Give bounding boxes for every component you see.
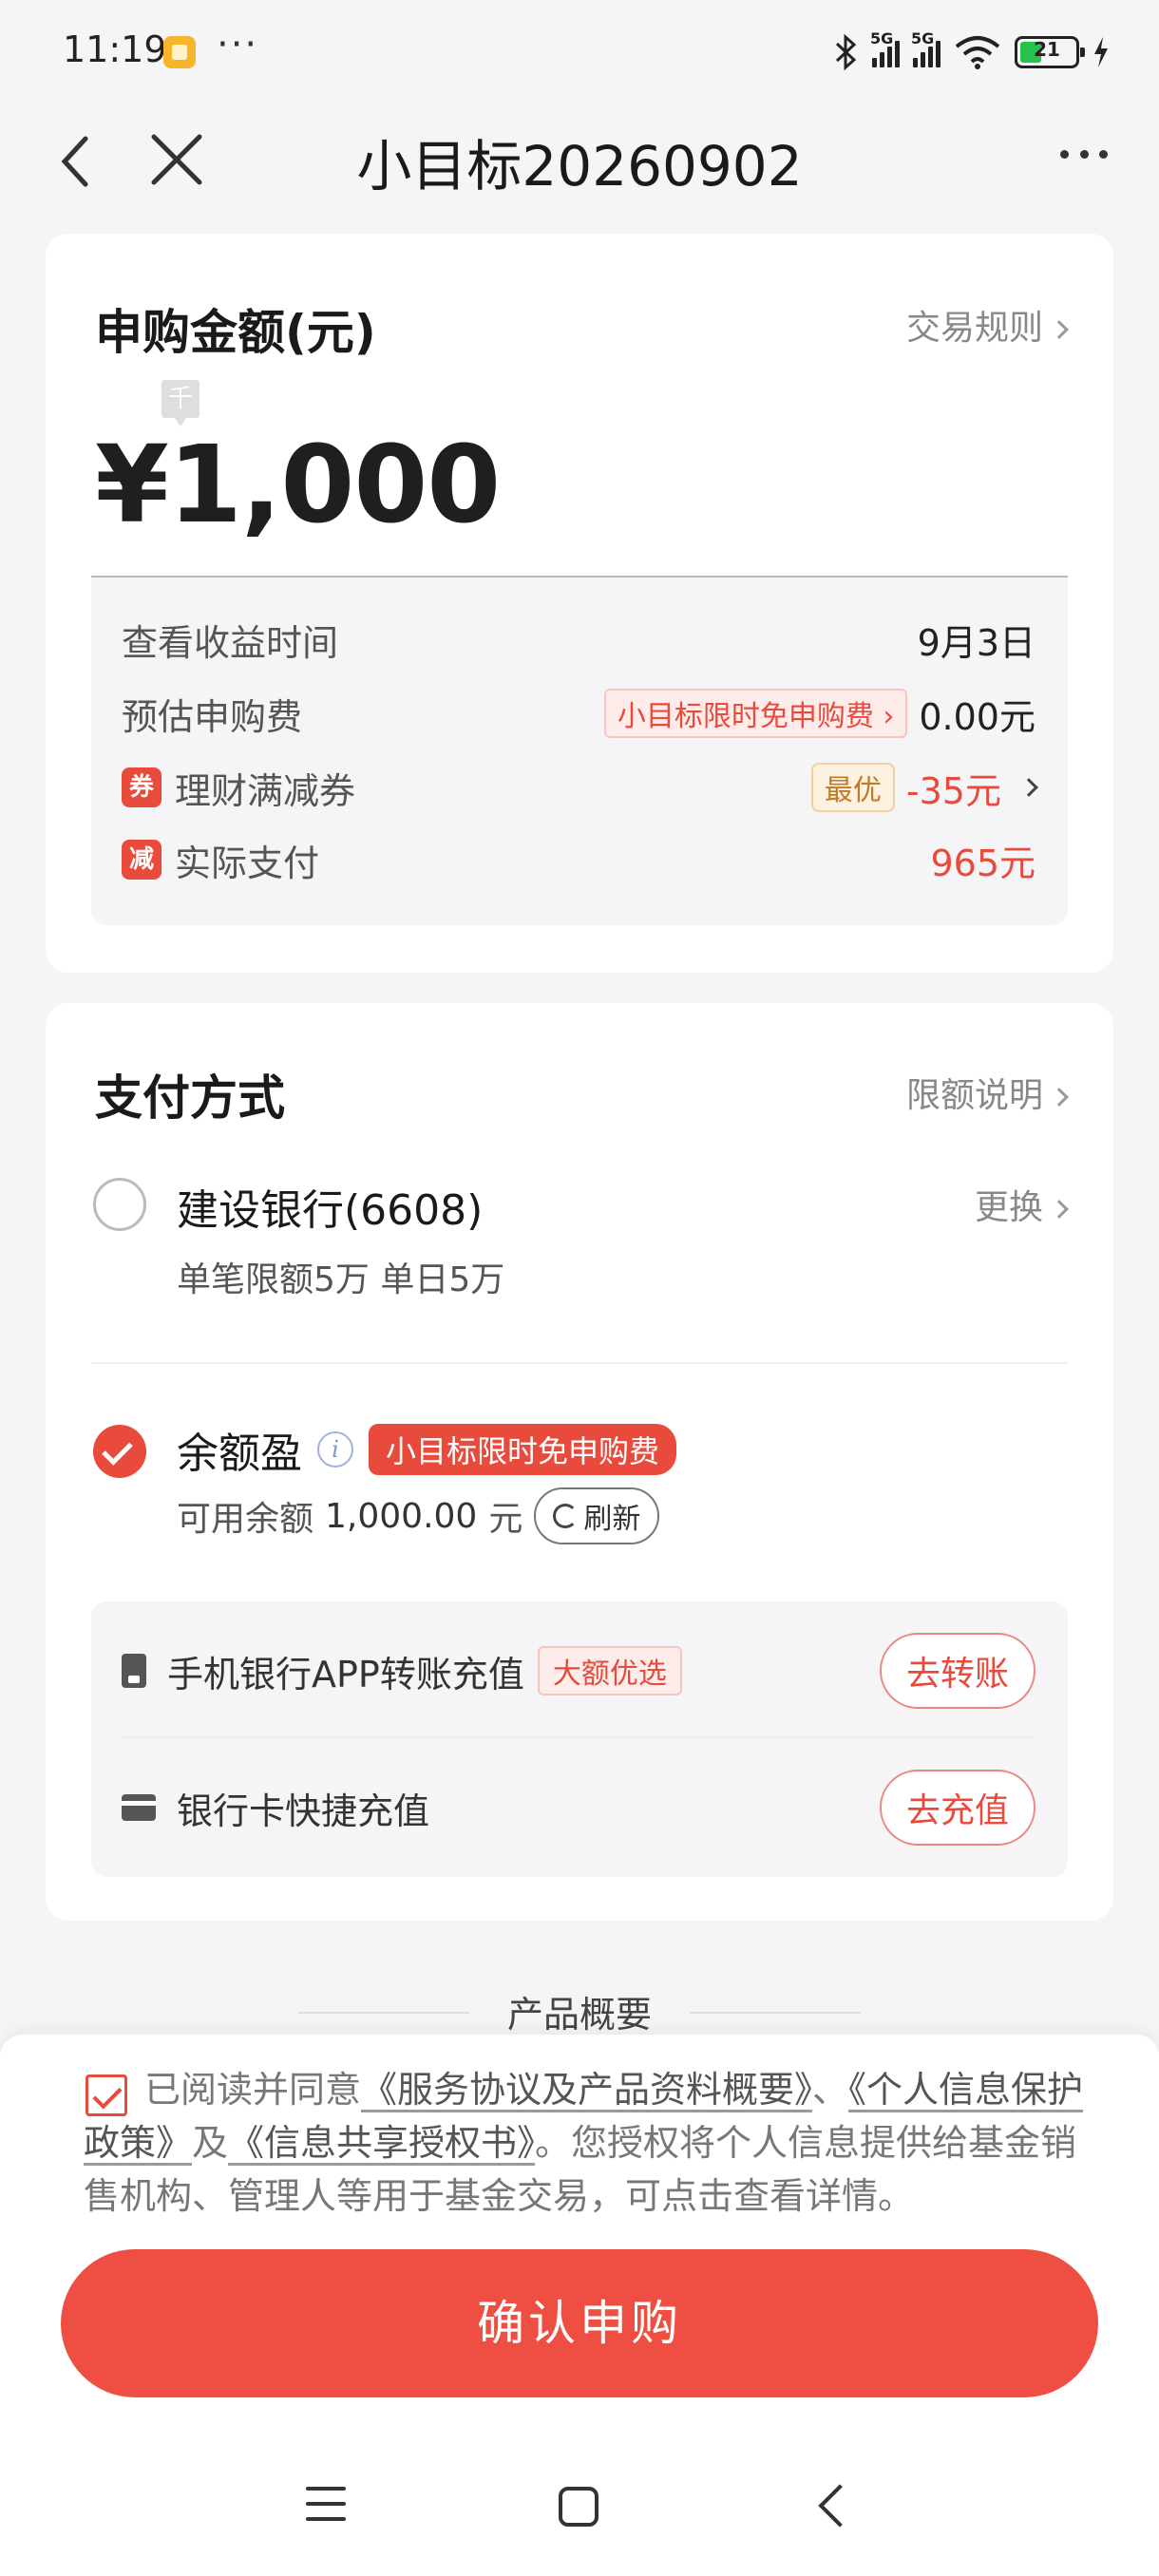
divider [690,2012,861,2014]
bank-card-icon [122,1794,156,1821]
card-recharge-row: 银行卡快捷充值 去充值 [122,1765,1036,1850]
fee-value: 0.00元 [919,695,1036,738]
wifi-icon [955,36,1000,69]
info-icon[interactable]: i [317,1431,353,1468]
confirm-purchase-button[interactable]: 确认申购 [61,2249,1098,2397]
available-unit: 元 [488,1500,523,1539]
earnings-time-label: 查看收益时间 [122,621,339,664]
bank-limit-text: 单笔限额5万 单日5万 [177,1260,505,1299]
phone-icon [122,1654,146,1688]
bank-radio[interactable] [93,1178,146,1231]
coupon-value: -35元 [905,769,1001,812]
card-recharge-label: 银行卡快捷充值 [177,1790,430,1832]
fee-promo-tag[interactable]: 小目标限时免申购费 › [603,689,908,738]
coupon-badge-icon: 券 [122,767,162,807]
unit-hint-tag: 千 [162,380,200,426]
agreement-text: 已阅读并同意《服务协议及产品资料概要》、《个人信息保护政策》及《信息共享授权书》… [84,2063,1091,2223]
signal-icon-2: 5G [911,29,940,67]
change-bank-link[interactable]: 更换 [974,1180,1069,1229]
balance-promo-tag: 小目标限时免申购费 [369,1424,677,1475]
service-agreement-link[interactable]: 《服务协议及产品资料概要》 [361,2069,812,2111]
info-sharing-link[interactable]: 《信息共享授权书》 [228,2122,535,2164]
go-recharge-button[interactable]: 去充值 [879,1770,1036,1846]
agreement-prefix: 已阅读并同意 [144,2069,362,2111]
refresh-icon [553,1504,579,1528]
product-overview-heading: 产品概要 [506,1994,652,2036]
amount-card: 申购金额(元) 交易规则 千 ¥1,000 查看收益时间 9月3日 预估申购费 … [46,234,1113,973]
more-icon[interactable] [1060,144,1108,163]
refresh-button[interactable]: 刷新 [534,1487,660,1544]
trading-rules-link[interactable]: 交易规则 [905,300,1069,350]
coupon-row[interactable]: 券 理财满减券 最优 -35元 [122,763,1038,812]
battery-icon: 21 [1015,36,1085,68]
refresh-label: 刷新 [583,1503,641,1536]
fee-row: 预估申购费 小目标限时免申购费 › 0.00元 [122,689,1036,738]
balance-option[interactable]: 余额盈 i 小目标限时免申购费 [177,1419,677,1480]
limit-info-link[interactable]: 限额说明 [905,1068,1069,1117]
amount-value: 1,000 [167,424,501,547]
actual-payment-label: 实际支付 [175,842,320,884]
actual-payment-row: 减 实际支付 965元 [122,836,1036,884]
limit-info-label: 限额说明 [905,1076,1043,1115]
recharge-box: 手机银行APP转账充值 大额优选 去转账 银行卡快捷充值 去充值 [91,1601,1068,1877]
earnings-time-row: 查看收益时间 9月3日 [122,616,1036,664]
available-label: 可用余额 [177,1500,314,1539]
more-notifications-icon: ··· [217,23,259,66]
coupon-label: 理财满减券 [175,769,356,812]
status-time: 11:19 [63,28,167,70]
available-balance: 可用余额 1,000.00 元 刷新 [177,1487,660,1544]
balance-name: 余额盈 [177,1430,302,1478]
battery-level: 21 [1034,38,1060,61]
currency-symbol: ¥ [95,424,169,547]
bank-name[interactable]: 建设银行(6608) [177,1176,483,1237]
best-coupon-tag: 最优 [810,763,895,812]
divider [122,1736,1036,1738]
menu-icon[interactable] [306,2487,346,2521]
charging-icon [1094,37,1108,67]
agreement-separator: 、 [812,2069,849,2111]
mobile-transfer-row: 手机银行APP转账充值 大额优选 去转账 [122,1628,1036,1714]
go-transfer-button[interactable]: 去转账 [879,1633,1036,1709]
amount-section-title: 申购金额(元) [95,305,376,360]
balance-radio[interactable] [93,1425,146,1478]
page-title: 小目标20260902 [356,134,803,199]
status-bar: 11:19 ··· 5G 5G 21 [0,0,1159,104]
agreement-and: 及 [192,2122,229,2164]
home-icon[interactable] [559,2487,598,2527]
status-indicators: 5G 5G 21 [834,28,1110,76]
fee-label: 预估申购费 [122,695,303,738]
payment-section-title: 支付方式 [95,1070,285,1126]
mobile-transfer-label: 手机银行APP转账充值 [167,1653,524,1695]
chevron-right-icon [1050,1088,1069,1107]
discount-badge-icon: 减 [122,840,162,880]
bluetooth-icon [835,34,857,70]
trading-rules-label: 交易规则 [905,309,1043,348]
large-amount-tag: 大额优选 [537,1646,682,1695]
chevron-right-icon [1019,778,1038,797]
actual-payment-value: 965元 [930,842,1036,884]
amount-input[interactable]: ¥1,000 [95,424,501,547]
chevron-right-icon [1050,1200,1069,1219]
payment-method-card: 支付方式 限额说明 建设银行(6608) 单笔限额5万 单日5万 更换 余额盈 … [46,1003,1113,1921]
chevron-right-icon [1050,320,1069,339]
available-value: 1,000.00 [325,1496,478,1536]
signal-icon: 5G [870,29,900,67]
earnings-time-value: 9月3日 [917,621,1036,664]
change-bank-label: 更换 [974,1188,1043,1227]
app-notification-icon [163,36,196,68]
fee-detail-box: 查看收益时间 9月3日 预估申购费 小目标限时免申购费 › 0.00元 券 理财… [91,576,1068,925]
divider [91,1362,1068,1364]
